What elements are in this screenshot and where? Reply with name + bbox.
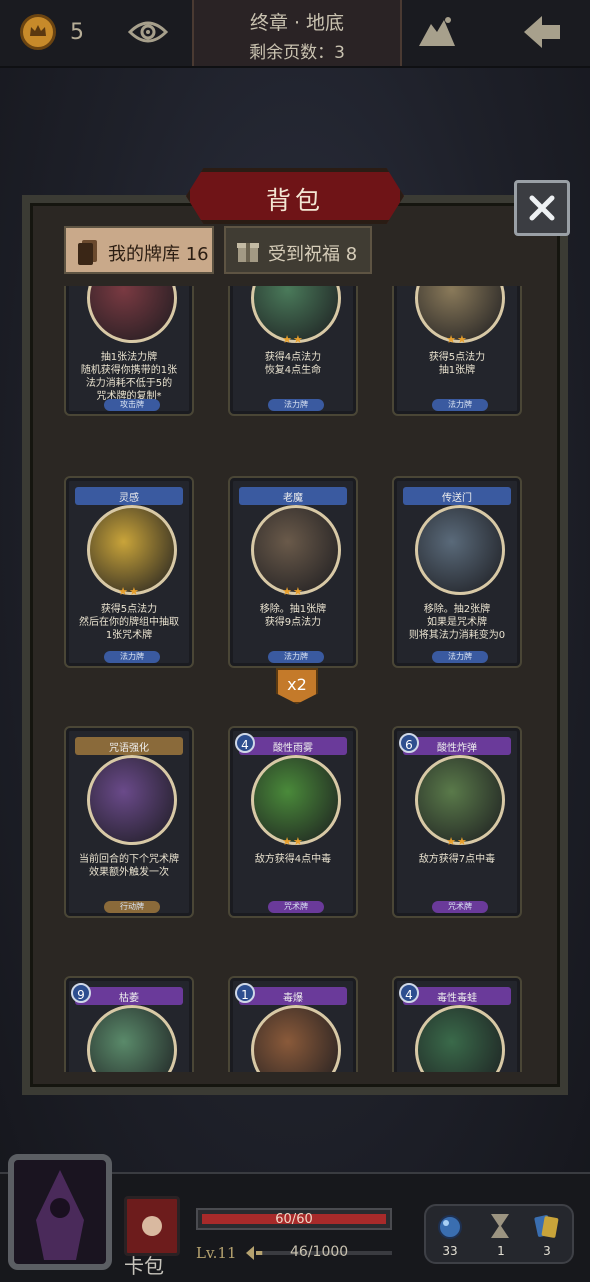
card-art <box>251 1005 341 1072</box>
gift-icon <box>237 243 259 262</box>
tab-my-deck[interactable]: 我的牌库 16 <box>64 226 214 274</box>
card-item[interactable]: 毒爆 1 <box>230 978 356 1072</box>
mountain-icon[interactable] <box>417 14 457 48</box>
tab-blessings-label: 受到祝福 8 <box>268 244 358 265</box>
card-type: 法力牌 <box>432 651 488 663</box>
card-stars: ★★ <box>446 333 468 346</box>
card-art <box>87 286 177 343</box>
card-stars: ★★ <box>282 585 304 598</box>
card-name: 咒语强化 <box>109 743 149 754</box>
card-art <box>87 505 177 595</box>
hp-bar: 60/60 <box>196 1208 392 1230</box>
hp-text: 60/60 <box>275 1212 313 1227</box>
card-art <box>87 1005 177 1072</box>
card-description: 当前回合的下个咒术牌 效果额外触发一次 <box>79 854 179 878</box>
eye-icon[interactable] <box>128 18 168 46</box>
card-art <box>415 505 505 595</box>
card-item[interactable]: 咒语强化当前回合的下个咒术牌 效果额外触发一次行动牌 <box>66 728 192 916</box>
xp-text: 46/1000 <box>290 1244 349 1260</box>
level-label: Lv.11 <box>196 1244 237 1262</box>
card-description: 获得4点法力 恢复4点生命 <box>264 352 322 376</box>
hooded-mage-icon <box>36 1170 84 1260</box>
card-description: 移除。抽1张牌 获得9点法力 <box>259 604 327 628</box>
close-button[interactable] <box>514 180 570 236</box>
card-item[interactable]: ★★ 获得5点法力 抽1张牌法力牌 <box>394 286 520 414</box>
hero-portrait[interactable] <box>8 1154 112 1270</box>
card-type: 法力牌 <box>268 651 324 663</box>
card-description: 获得5点法力 抽1张牌 <box>428 352 486 376</box>
card-item[interactable]: 灵感 ★★ 获得5点法力 然后在你的牌组中抽取 1张咒术牌法力牌 <box>66 478 192 666</box>
card-type: 行动牌 <box>104 901 160 913</box>
card-type: 法力牌 <box>104 651 160 663</box>
cards-icon <box>534 1215 559 1238</box>
crown-coin-icon <box>20 14 56 50</box>
card-art <box>415 755 505 845</box>
mana-orb-icon <box>438 1215 462 1239</box>
tab-my-deck-label: 我的牌库 16 <box>108 244 209 265</box>
card-art <box>251 505 341 595</box>
turn-count: 1 <box>497 1244 505 1258</box>
card-item[interactable]: 酸性雨雾 4 ★★ 敌方获得4点中毒 咒术牌 <box>230 728 356 916</box>
card-pack-icon <box>142 1216 162 1236</box>
top-bar: 5 终章 · 地底 剩余页数：3 <box>0 0 590 68</box>
banner-title: 背包 <box>265 186 324 215</box>
card-type: 法力牌 <box>432 399 488 411</box>
card-item[interactable]: 毒性毒蛙 4 <box>394 978 520 1072</box>
card-stars: ★★ <box>118 585 140 598</box>
card-name: 传送门 <box>442 493 472 504</box>
card-count: 3 <box>543 1244 551 1258</box>
chapter-title: 终章 · 地底 <box>249 12 345 34</box>
close-icon <box>529 195 555 221</box>
card-name: 灵感 <box>119 493 139 504</box>
card-description: 敌方获得7点中毒 <box>418 854 496 865</box>
coin-count: 5 <box>70 20 84 45</box>
card-pack-button[interactable] <box>124 1196 180 1256</box>
card-cost: 4 <box>399 983 419 1003</box>
card-cost: 1 <box>235 983 255 1003</box>
card-item[interactable]: ★★ 获得4点法力 恢复4点生命法力牌 <box>230 286 356 414</box>
xp-bar: 46/1000 <box>246 1244 394 1262</box>
card-item[interactable]: 传送门移除。抽2张牌 如果是咒术牌 则将其法力消耗变为0 法力牌 <box>394 478 520 666</box>
chapter-plate: 终章 · 地底 剩余页数：3 <box>192 0 402 66</box>
card-art <box>87 755 177 845</box>
card-pack-label: 卡包 <box>124 1254 164 1278</box>
card-stars: ★★ <box>282 835 304 848</box>
card-description: 抽1张法力牌 随机获得你携带的1张 法力消耗不低于5的 咒术牌的复制* <box>80 352 178 402</box>
card-stack-icon <box>78 240 97 265</box>
hourglass-icon <box>491 1214 509 1238</box>
card-item[interactable]: 老魔 ★★ 移除。抽1张牌 获得9点法力法力牌 <box>230 478 356 666</box>
mana-count: 33 <box>442 1244 458 1258</box>
card-description: 敌方获得4点中毒 <box>254 854 332 865</box>
card-cost: 4 <box>235 733 255 753</box>
card-type: 攻击牌 <box>104 399 160 411</box>
card-item[interactable]: 抽1张法力牌 随机获得你携带的1张 法力消耗不低于5的 咒术牌的复制* 攻击牌 <box>66 286 192 414</box>
card-cost: 6 <box>399 733 419 753</box>
card-type: 法力牌 <box>268 399 324 411</box>
card-cost: 9 <box>71 983 91 1003</box>
card-art <box>415 1005 505 1072</box>
card-name: 老魔 <box>283 493 303 504</box>
card-description: 获得5点法力 然后在你的牌组中抽取 1张咒术牌 <box>79 604 179 641</box>
tab-blessings[interactable]: 受到祝福 8 <box>224 226 372 274</box>
back-arrow-icon[interactable] <box>520 12 564 52</box>
card-item[interactable]: 枯萎 9 <box>66 978 192 1072</box>
card-stars: ★★ <box>446 835 468 848</box>
card-type: 咒术牌 <box>432 901 488 913</box>
card-stars: ★★ <box>282 333 304 346</box>
card-item[interactable]: 酸性炸弹 6 ★★ 敌方获得7点中毒 咒术牌 <box>394 728 520 916</box>
pages-left: 剩余页数：3 <box>249 43 345 63</box>
card-type: 咒术牌 <box>268 901 324 913</box>
card-art <box>251 755 341 845</box>
card-description: 移除。抽2张牌 如果是咒术牌 则将其法力消耗变为0 <box>408 604 506 641</box>
backpack-banner: 背包 <box>186 168 404 224</box>
